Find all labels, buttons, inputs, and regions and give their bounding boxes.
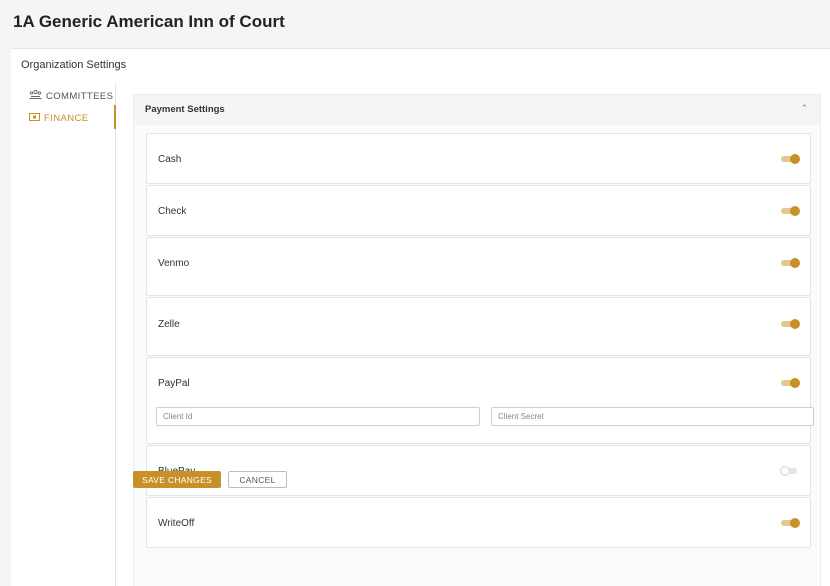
payment-method-label: PayPal xyxy=(158,378,190,389)
committee-icon xyxy=(29,89,42,102)
paypal-client-id-input[interactable] xyxy=(156,407,480,426)
venmo-toggle[interactable] xyxy=(781,258,800,268)
payment-method-cash: Cash xyxy=(146,133,811,184)
payment-method-label: Cash xyxy=(158,154,182,165)
page-title: 1A Generic American Inn of Court xyxy=(13,12,285,31)
payment-method-zelle: Zelle xyxy=(146,297,811,356)
payment-method-paypal: PayPal xyxy=(146,357,814,444)
save-changes-button[interactable]: SAVE CHANGES xyxy=(133,471,221,488)
payment-method-writeoff: WriteOff xyxy=(146,497,811,548)
chevron-up-icon[interactable]: ⌃ xyxy=(800,103,808,114)
sidebar-item-label: FINANCE xyxy=(44,112,89,124)
sidebar-item-finance[interactable]: FINANCE xyxy=(29,111,89,125)
finance-icon xyxy=(29,112,40,124)
cash-toggle[interactable] xyxy=(781,154,800,164)
paypal-client-secret-input[interactable] xyxy=(491,407,814,426)
sidebar-item-label: COMMITTEES xyxy=(46,90,114,102)
payment-settings-header[interactable]: Payment Settings ⌃ xyxy=(133,94,821,125)
page-header: 1A Generic American Inn of Court xyxy=(0,0,830,48)
sidebar-divider xyxy=(115,84,116,586)
payment-method-label: Zelle xyxy=(158,319,180,330)
sidebar-active-indicator xyxy=(114,105,116,129)
payment-method-venmo: Venmo xyxy=(146,237,811,296)
payment-settings-panel: Payment Settings ⌃ Cash Check Venmo Zell… xyxy=(133,94,821,586)
cancel-button[interactable]: CANCEL xyxy=(228,471,287,488)
payment-method-label: WriteOff xyxy=(158,518,195,529)
sidebar-item-committees[interactable]: COMMITTEES xyxy=(29,89,113,103)
payment-methods-list: Cash Check Venmo Zelle PayPal Client Id … xyxy=(133,125,821,586)
payment-method-label: Venmo xyxy=(158,258,190,269)
payment-method-label: Check xyxy=(158,206,187,217)
payment-method-check: Check xyxy=(146,185,811,236)
check-toggle[interactable] xyxy=(781,206,800,216)
writeoff-toggle[interactable] xyxy=(781,518,800,528)
settings-card: Organization Settings COMMITTEES FINANCE… xyxy=(11,48,830,586)
paypal-toggle[interactable] xyxy=(781,378,800,388)
payment-settings-title: Payment Settings xyxy=(145,104,225,115)
org-settings-title: Organization Settings xyxy=(21,59,127,71)
bluepay-toggle[interactable] xyxy=(780,466,799,476)
zelle-toggle[interactable] xyxy=(781,319,800,329)
app: 1A Generic American Inn of Court Organiz… xyxy=(0,0,830,586)
